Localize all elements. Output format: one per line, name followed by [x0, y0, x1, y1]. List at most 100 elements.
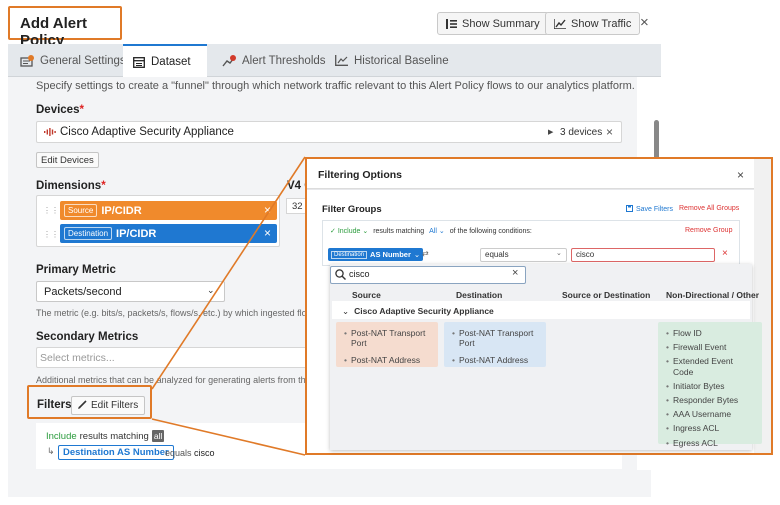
list-item[interactable]: • Initiator Bytes [666, 381, 754, 391]
dimension-value: IP/CIDR [116, 227, 157, 240]
show-traffic-label: Show Traffic [571, 17, 632, 30]
remove-dimension-icon[interactable]: × [264, 203, 271, 217]
save-icon [626, 205, 633, 214]
secondary-metrics-input[interactable]: Select metrics... [36, 347, 308, 368]
drag-handle-icon[interactable]: ⋮⋮ [43, 230, 59, 239]
devices-label: Devices* [36, 104, 84, 116]
show-summary-button[interactable]: Show Summary [437, 12, 549, 35]
dataset-intro: Specify settings to create a "funnel" th… [36, 80, 635, 92]
v4-cidr-input[interactable]: 32 [286, 198, 306, 214]
chevron-down-icon: ⌄ [556, 250, 562, 257]
list-item[interactable]: • AAA Username [666, 409, 754, 419]
list-item[interactable]: • Egress ACL [666, 438, 754, 448]
list-item[interactable]: • Ingress ACL [666, 423, 754, 433]
swap-direction-icon[interactable]: ⇄ [422, 249, 429, 258]
destination-options: • Post-NAT Transport Port • Post-NAT Addre… [444, 322, 546, 367]
page-title: Add Alert Policy [8, 6, 122, 49]
tab-label: Alert Thresholds [242, 54, 326, 67]
cisco-device-icon [44, 127, 56, 139]
tab-alert-thresholds[interactable]: Alert Thresholds [212, 44, 336, 77]
summary-icon [446, 18, 457, 29]
secondary-metrics-label: Secondary Metrics [36, 331, 139, 343]
include-label: Include [46, 430, 77, 442]
include-select[interactable]: ✓ Include ⌄ [330, 227, 368, 235]
drag-handle-icon[interactable]: ⋮⋮ [43, 206, 59, 215]
dimension-value: IP/CIDR [101, 204, 142, 217]
filter-group-header: ✓ Include ⌄ results matching All ⌄ of th… [330, 227, 532, 236]
primary-metric-select[interactable]: Packets/second [36, 281, 225, 302]
list-item[interactable]: • Responder Bytes [666, 395, 754, 405]
condition-operator-select[interactable]: equals [480, 248, 567, 262]
filters-label: Filters [37, 399, 72, 411]
save-filters-button[interactable]: Save Filters [626, 205, 673, 214]
traffic-chart-icon [553, 18, 566, 30]
filter-operator: equals [165, 448, 192, 458]
list-item[interactable]: • Post-NAT Transport Port [452, 328, 538, 348]
tab-label: General Settings [40, 54, 126, 67]
clear-search-icon[interactable]: × [512, 267, 518, 279]
save-filters-label: Save Filters [636, 206, 673, 213]
chevron-down-icon: ⌄ [413, 250, 421, 259]
column-header-destination: Destination [456, 290, 503, 300]
remove-group-button[interactable]: Remove Group [685, 227, 732, 234]
dimension-value: AS Number [370, 250, 411, 259]
condition-value-input[interactable]: cisco [571, 248, 715, 262]
list-item[interactable]: • Post-NAT Address [452, 355, 538, 365]
all-select[interactable]: All ⌄ [429, 227, 445, 235]
dimension-source-pill[interactable]: Source IP/CIDR [60, 201, 277, 220]
filter-summary-line: Include results matching all [46, 430, 165, 442]
edit-filters-button[interactable]: Edit Filters [71, 396, 146, 415]
list-item[interactable]: • Post-NAT Transport Port [344, 328, 430, 348]
filter-dimension-chip[interactable]: Destination AS Number [58, 445, 174, 460]
tab-general-settings[interactable]: General Settings [10, 44, 136, 77]
list-item[interactable]: • Flow ID [666, 328, 754, 338]
search-value: cisco [349, 269, 370, 279]
results-matching: results matching [79, 430, 149, 442]
chevron-down-icon: ⌄ [342, 306, 350, 316]
chevron-down-icon: ⌄ [207, 285, 215, 295]
primary-metric-help: The metric (e.g. bits/s, packets/s, flow… [36, 308, 314, 318]
all-badge: all [151, 430, 165, 442]
historical-baseline-icon [335, 55, 348, 66]
search-icon [335, 269, 346, 283]
list-item[interactable]: • Post-NAT Address [344, 355, 430, 365]
tab-label: Historical Baseline [354, 54, 449, 67]
primary-metric-label: Primary Metric [36, 264, 116, 276]
device-group-header[interactable]: ⌄ Cisco Adaptive Security Appliance [342, 306, 494, 317]
dimension-destination-pill[interactable]: Destination IP/CIDR [60, 224, 277, 243]
tab-historical-baseline[interactable]: Historical Baseline [325, 44, 459, 77]
conditions-text: of the following conditions: [449, 227, 532, 235]
destination-tag: Destination [64, 227, 113, 240]
child-arrow-icon: ↳ [47, 446, 55, 456]
results-matching-text: results matching [373, 227, 425, 235]
column-header-source: Source [352, 290, 381, 300]
device-count: 3 devices [560, 127, 603, 138]
dimensions-label: Dimensions* [36, 180, 106, 192]
tab-label: Dataset [151, 56, 191, 68]
dataset-icon [133, 56, 145, 68]
edit-devices-button[interactable]: Edit Devices [36, 152, 99, 168]
caret-right-icon: ▶ [548, 129, 554, 136]
remove-condition-icon[interactable]: × [722, 248, 728, 259]
alert-thresholds-icon [222, 54, 236, 67]
filter-value: cisco [194, 448, 215, 458]
remove-all-groups-button[interactable]: Remove All Groups [679, 205, 739, 212]
non-directional-options: • Flow ID • Firewall Event • Extended Event… [658, 322, 762, 448]
source-tag: Source [64, 204, 98, 217]
remove-dimension-icon[interactable]: × [264, 226, 271, 240]
clear-devices-icon[interactable]: × [606, 125, 613, 139]
show-traffic-button[interactable]: Show Traffic [545, 12, 641, 35]
condition-dimension-select[interactable]: Destination AS Number ⌄ [328, 248, 424, 261]
popup-close-icon[interactable]: × [737, 168, 744, 182]
list-item[interactable]: • Extended Event Code [666, 356, 754, 376]
tab-dataset[interactable]: Dataset [123, 44, 207, 78]
show-summary-label: Show Summary [462, 17, 540, 30]
panel-footer [8, 470, 661, 497]
column-header-non-directional: Non-Directional / Other [666, 290, 760, 300]
close-icon[interactable]: × [640, 14, 649, 31]
list-item[interactable]: • Firewall Event [666, 342, 754, 352]
edit-filters-label: Edit Filters [91, 400, 139, 411]
pencil-icon [78, 399, 87, 412]
device-group-name: Cisco Adaptive Security Appliance [354, 306, 494, 316]
filtering-options-title: Filtering Options [318, 169, 402, 181]
